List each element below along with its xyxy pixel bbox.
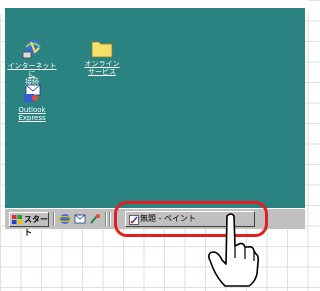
outlook-express-shortcut[interactable]: Outlook Express bbox=[7, 82, 57, 122]
outlook-express-icon bbox=[24, 84, 41, 102]
online-services-shortcut[interactable]: オンライン サービス bbox=[77, 38, 127, 76]
folder-icon bbox=[91, 41, 113, 58]
windows-logo-icon bbox=[12, 215, 22, 224]
taskbar-separator bbox=[105, 212, 107, 226]
taskbar-separator bbox=[109, 212, 111, 226]
internet-connect-icon bbox=[22, 40, 41, 59]
taskbar-separator bbox=[53, 212, 55, 226]
channels-icon[interactable] bbox=[89, 213, 101, 225]
start-label: スタート bbox=[24, 215, 48, 237]
online-services-label: オンライン サービス bbox=[84, 60, 120, 76]
pointing-hand-icon bbox=[208, 213, 259, 287]
internet-connect-shortcut[interactable]: インターネットに 接続 bbox=[7, 38, 57, 86]
internet-explorer-icon[interactable] bbox=[59, 213, 71, 225]
start-button[interactable]: スタート bbox=[9, 212, 49, 237]
desktop: インターネットに 接続 オンライン サービス Outlook Express ス… bbox=[5, 8, 305, 237]
outlook-express-label: Outlook Express bbox=[18, 106, 46, 122]
outlook-icon[interactable] bbox=[74, 213, 86, 225]
